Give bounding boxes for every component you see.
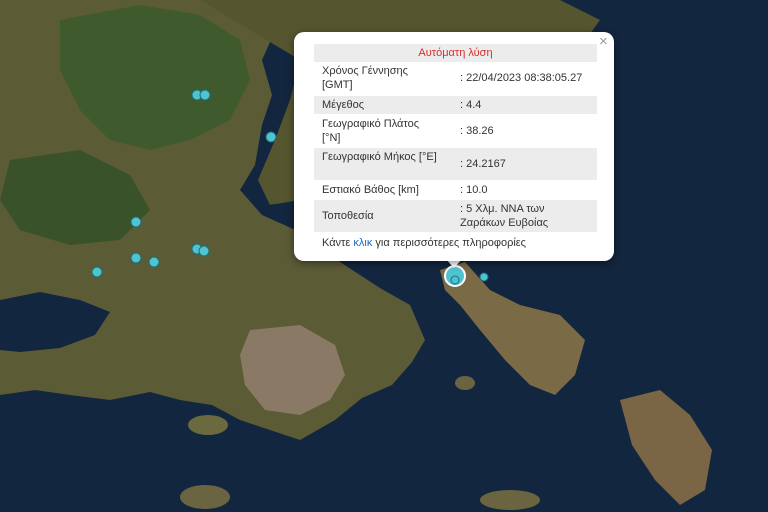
row-magnitude: Μέγεθος : 4.4	[314, 96, 597, 114]
row-label: Τοποθεσία	[322, 210, 374, 222]
row-depth: Εστιακό Βάθος [km] : 10.0	[314, 181, 597, 199]
row-origin-time: Χρόνος Γέννησης [GMT] : 22/04/2023 08:38…	[314, 62, 597, 94]
island	[455, 376, 475, 390]
earthquake-marker	[91, 266, 103, 278]
island	[180, 485, 230, 509]
island	[188, 415, 228, 435]
row-label: Εστιακό Βάθος [km]	[322, 184, 419, 196]
earthquake-marker	[130, 252, 142, 264]
popup-title: Αυτόματη λύση	[314, 44, 597, 62]
row-value: : 4.4	[460, 99, 482, 111]
earthquake-marker	[479, 272, 489, 282]
more-info-link[interactable]: κλικ	[353, 237, 372, 249]
row-value: : 24.2167	[460, 158, 506, 170]
earthquake-marker	[148, 256, 160, 268]
row-label: Μέγεθος	[322, 99, 365, 111]
earthquake-marker	[130, 216, 142, 228]
earthquake-marker	[265, 131, 277, 143]
more-info-suffix: για περισσότερες πληροφορίες	[372, 237, 526, 249]
row-label: Χρόνος Γέννησης [GMT]	[322, 65, 408, 91]
earthquake-marker	[198, 245, 210, 257]
row-location: Τοποθεσία : 5 Χλμ. ΝΝΑ των Ζαράκων Ευβοί…	[314, 200, 597, 232]
row-value: : 10.0	[460, 184, 488, 196]
row-label: Γεωγραφικό Πλάτος [°N]	[322, 118, 420, 144]
earthquake-popup: × Αυτόματη λύση Χρόνος Γέννησης [GMT] : …	[294, 32, 614, 261]
lake	[260, 204, 296, 216]
row-latitude: Γεωγραφικό Πλάτος [°N] : 38.26	[314, 115, 597, 147]
row-value: : 38.26	[460, 125, 494, 137]
more-info-text: Κάντε κλικ για περισσότερες πληροφορίες	[322, 237, 526, 249]
row-value: : 5 Χλμ. ΝΝΑ των Ζαράκων Ευβοίας	[460, 203, 549, 229]
more-info-prefix: Κάντε	[322, 237, 354, 249]
island	[480, 490, 540, 510]
earthquake-marker	[450, 275, 460, 285]
close-icon[interactable]: ×	[599, 34, 608, 50]
row-value: : 22/04/2023 08:38:05.27	[460, 72, 583, 84]
row-longitude: Γεωγραφικό Μήκος [°E] : 24.2167	[314, 148, 597, 180]
row-label: Γεωγραφικό Μήκος [°E]	[322, 151, 437, 163]
earthquake-marker	[199, 89, 211, 101]
